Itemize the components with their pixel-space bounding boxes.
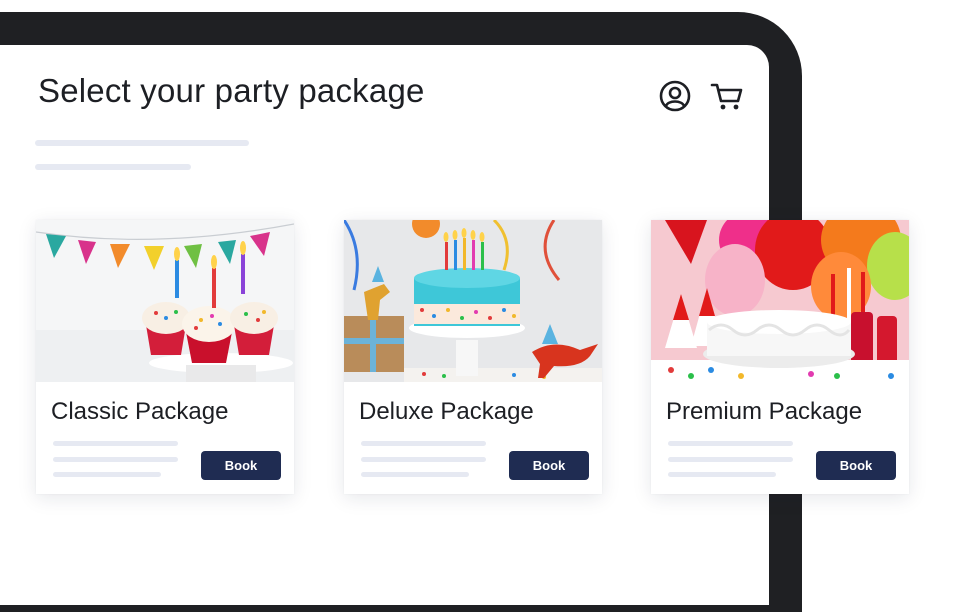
package-name: Deluxe Package: [359, 398, 534, 425]
user-circle-icon[interactable]: [657, 78, 693, 114]
description-placeholder-line: [361, 441, 486, 446]
birthday-cake-image: [344, 220, 602, 382]
description-placeholder-line: [53, 457, 178, 462]
book-button[interactable]: Book: [201, 451, 281, 480]
description-placeholder-line: [361, 472, 469, 477]
description-placeholder-line: [361, 457, 486, 462]
party-cake-image: [651, 220, 909, 382]
page-title: Select your party package: [38, 72, 425, 109]
subtitle-placeholder-line: [35, 164, 191, 170]
description-placeholder-line: [53, 441, 178, 446]
description-placeholder-line: [668, 441, 793, 446]
cart-icon[interactable]: [709, 78, 745, 114]
package-card-premium[interactable]: Premium Package Book: [651, 220, 909, 494]
package-name: Premium Package: [666, 398, 863, 425]
subtitle-placeholder-line: [35, 140, 249, 146]
book-button[interactable]: Book: [509, 451, 589, 480]
book-button[interactable]: Book: [816, 451, 896, 480]
package-card-classic[interactable]: Classic Package Book: [36, 220, 294, 494]
package-card-deluxe[interactable]: Deluxe Package Book: [344, 220, 602, 494]
package-name: Classic Package: [51, 398, 229, 425]
cupcakes-image: [36, 220, 294, 382]
description-placeholder-line: [668, 457, 793, 462]
description-placeholder-line: [668, 472, 776, 477]
description-placeholder-line: [53, 472, 161, 477]
